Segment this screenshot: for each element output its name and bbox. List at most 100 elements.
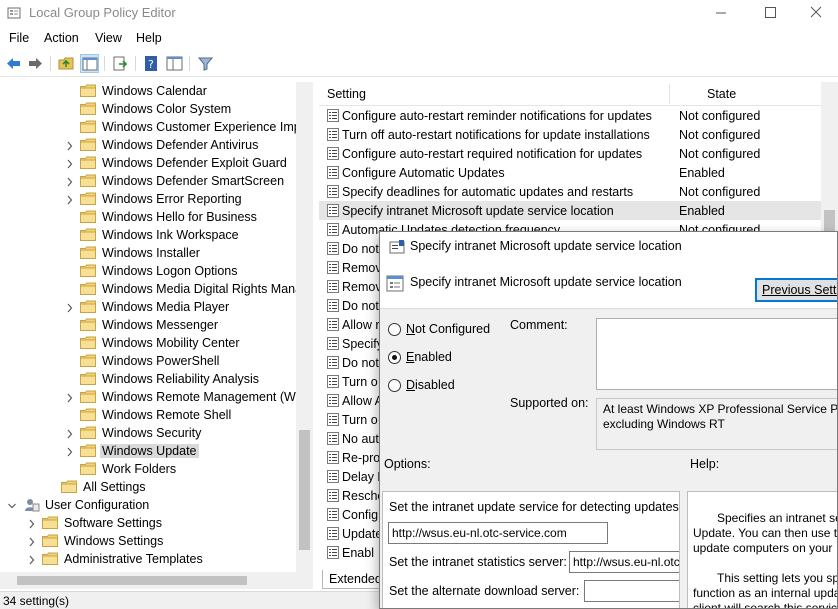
tree-item[interactable]: Windows Color System — [0, 100, 300, 118]
dialog-heading: Specify intranet Microsoft update servic… — [410, 275, 682, 289]
up-level-button[interactable] — [57, 54, 76, 73]
radio-enabled-label: Enabled — [406, 350, 452, 364]
tree-item[interactable]: Windows Messenger — [0, 316, 300, 334]
comment-textarea[interactable] — [596, 318, 837, 390]
menu-help[interactable]: Help — [136, 31, 162, 45]
tree-item[interactable]: Windows Hello for Business — [0, 208, 300, 226]
tree-item[interactable]: Windows Customer Experience Impro — [0, 118, 312, 136]
column-header-setting[interactable]: Setting — [327, 87, 366, 101]
radio-disabled-dot[interactable] — [388, 379, 401, 392]
list-vertical-scrollbar[interactable] — [821, 82, 838, 232]
tree-item[interactable]: Work Folders — [0, 460, 300, 478]
tree-item[interactable]: Windows Logon Options — [0, 262, 300, 280]
close-button[interactable] — [792, 0, 838, 26]
tree-horizontal-scrollbar[interactable] — [0, 572, 313, 589]
policy-setting-icon — [327, 261, 339, 274]
folder-icon — [80, 264, 96, 277]
tree-item[interactable]: Windows PowerShell — [0, 352, 300, 370]
column-divider[interactable] — [669, 84, 670, 104]
tree-item[interactable]: Windows Error Reporting — [0, 190, 300, 208]
folder-icon — [80, 390, 96, 403]
policy-row[interactable]: Configure Automatic Updates Enabled — [319, 163, 821, 182]
dialog-title-bar: Specify intranet Microsoft update servic… — [380, 232, 837, 261]
minimize-icon — [716, 12, 726, 14]
up-folder-icon — [58, 57, 74, 70]
tree-item[interactable]: Windows Reliability Analysis — [0, 370, 300, 388]
tree-item[interactable]: Windows Defender SmartScreen — [0, 172, 300, 190]
policy-row[interactable]: Configure auto-restart reminder notifica… — [319, 106, 821, 125]
chevron-right-icon[interactable] — [28, 554, 36, 565]
policy-name: Configure Automatic Updates — [342, 166, 505, 180]
chevron-right-icon[interactable] — [66, 158, 74, 169]
scrollbar-thumb[interactable] — [17, 576, 247, 585]
export-list-button[interactable] — [111, 54, 130, 73]
help-text-line: client will search this service — [693, 601, 838, 609]
toolbar: ? — [0, 50, 838, 77]
previous-setting-button[interactable]: Previous Setting — [755, 278, 837, 302]
tree-vertical-scrollbar[interactable] — [296, 82, 313, 572]
chevron-right-icon[interactable] — [28, 536, 36, 547]
tree-item[interactable]: Software Settings — [0, 514, 300, 532]
chevron-right-icon[interactable] — [66, 194, 74, 205]
policy-row[interactable]: Specify intranet Microsoft update servic… — [319, 201, 821, 220]
chevron-right-icon[interactable] — [66, 392, 74, 403]
chevron-right-icon[interactable] — [66, 428, 74, 439]
menu-file[interactable]: File — [9, 31, 29, 45]
tree-item[interactable]: Windows Ink Workspace — [0, 226, 300, 244]
supported-on-label: Supported on: — [510, 396, 589, 410]
tree-item[interactable]: Windows Media Player — [0, 298, 300, 316]
scrollbar-thumb[interactable] — [299, 430, 310, 550]
chevron-right-icon[interactable] — [66, 302, 74, 313]
chevron-right-icon[interactable] — [66, 176, 74, 187]
menu-view[interactable]: View — [95, 31, 122, 45]
tree-item[interactable]: Windows Installer — [0, 244, 300, 262]
back-arrow-icon — [7, 58, 20, 69]
column-header-state[interactable]: State — [707, 87, 736, 101]
tree-item[interactable]: User Configuration — [0, 496, 300, 514]
folder-icon — [80, 174, 96, 187]
chevron-right-icon[interactable] — [66, 446, 74, 457]
filter-button[interactable] — [196, 54, 215, 73]
chevron-down-icon[interactable] — [8, 500, 16, 510]
back-button[interactable] — [4, 54, 23, 73]
show-hide-tree-button[interactable] — [80, 54, 99, 73]
tree-item[interactable]: Windows Media Digital Rights Manag — [0, 280, 309, 298]
policy-tree[interactable]: Windows Calendar Windows Color System Wind… — [0, 82, 313, 588]
policy-name: Do not — [342, 242, 379, 256]
radio-enabled-dot[interactable] — [388, 351, 401, 364]
tree-item[interactable]: All Settings — [0, 478, 300, 496]
tree-item-label: Software Settings — [64, 516, 162, 530]
menu-action[interactable]: Action — [44, 31, 79, 45]
tree-item[interactable]: Windows Mobility Center — [0, 334, 300, 352]
tree-item[interactable]: Windows Update — [0, 442, 300, 460]
chevron-right-icon[interactable] — [28, 518, 36, 529]
tree-item[interactable]: Windows Settings — [0, 532, 300, 550]
extended-view-button[interactable] — [165, 54, 184, 73]
tree-item[interactable]: Windows Defender Exploit Guard — [0, 154, 300, 172]
policy-name: Turn off auto-restart notifications for … — [342, 128, 650, 142]
radio-not-configured-dot[interactable] — [388, 323, 401, 336]
alternate-download-input[interactable] — [584, 580, 679, 602]
tree-item[interactable]: Windows Remote Shell — [0, 406, 300, 424]
policy-row[interactable]: Specify deadlines for automatic updates … — [319, 182, 821, 201]
detect-server-input[interactable]: http://wsus.eu-nl.otc-service.com — [388, 522, 608, 544]
policy-row[interactable]: Configure auto-restart required notifica… — [319, 144, 821, 163]
tree-item[interactable]: Administrative Templates — [0, 550, 300, 568]
tree-item[interactable]: Windows Calendar — [0, 82, 300, 100]
tree-item[interactable]: Windows Security — [0, 424, 300, 442]
scrollbar-thumb[interactable] — [824, 210, 835, 232]
all-settings-icon — [61, 480, 77, 493]
help-button[interactable]: ? — [142, 54, 161, 73]
policy-name: Update — [342, 527, 383, 541]
tree-item[interactable]: Windows Defender Antivirus — [0, 136, 300, 154]
maximize-button[interactable] — [746, 0, 792, 26]
folder-icon — [80, 192, 96, 205]
tree-item[interactable]: Windows Remote Management (Win — [0, 388, 306, 406]
menu-bar: File Action View Help — [0, 27, 838, 49]
chevron-right-icon[interactable] — [66, 140, 74, 151]
minimize-button[interactable] — [698, 0, 744, 26]
statistics-server-input[interactable]: http://wsus.eu-nl.otc-service.com — [569, 551, 679, 573]
forward-button[interactable] — [26, 54, 45, 73]
policy-row[interactable]: Turn off auto-restart notifications for … — [319, 125, 821, 144]
policy-state: Enabled — [679, 204, 725, 218]
